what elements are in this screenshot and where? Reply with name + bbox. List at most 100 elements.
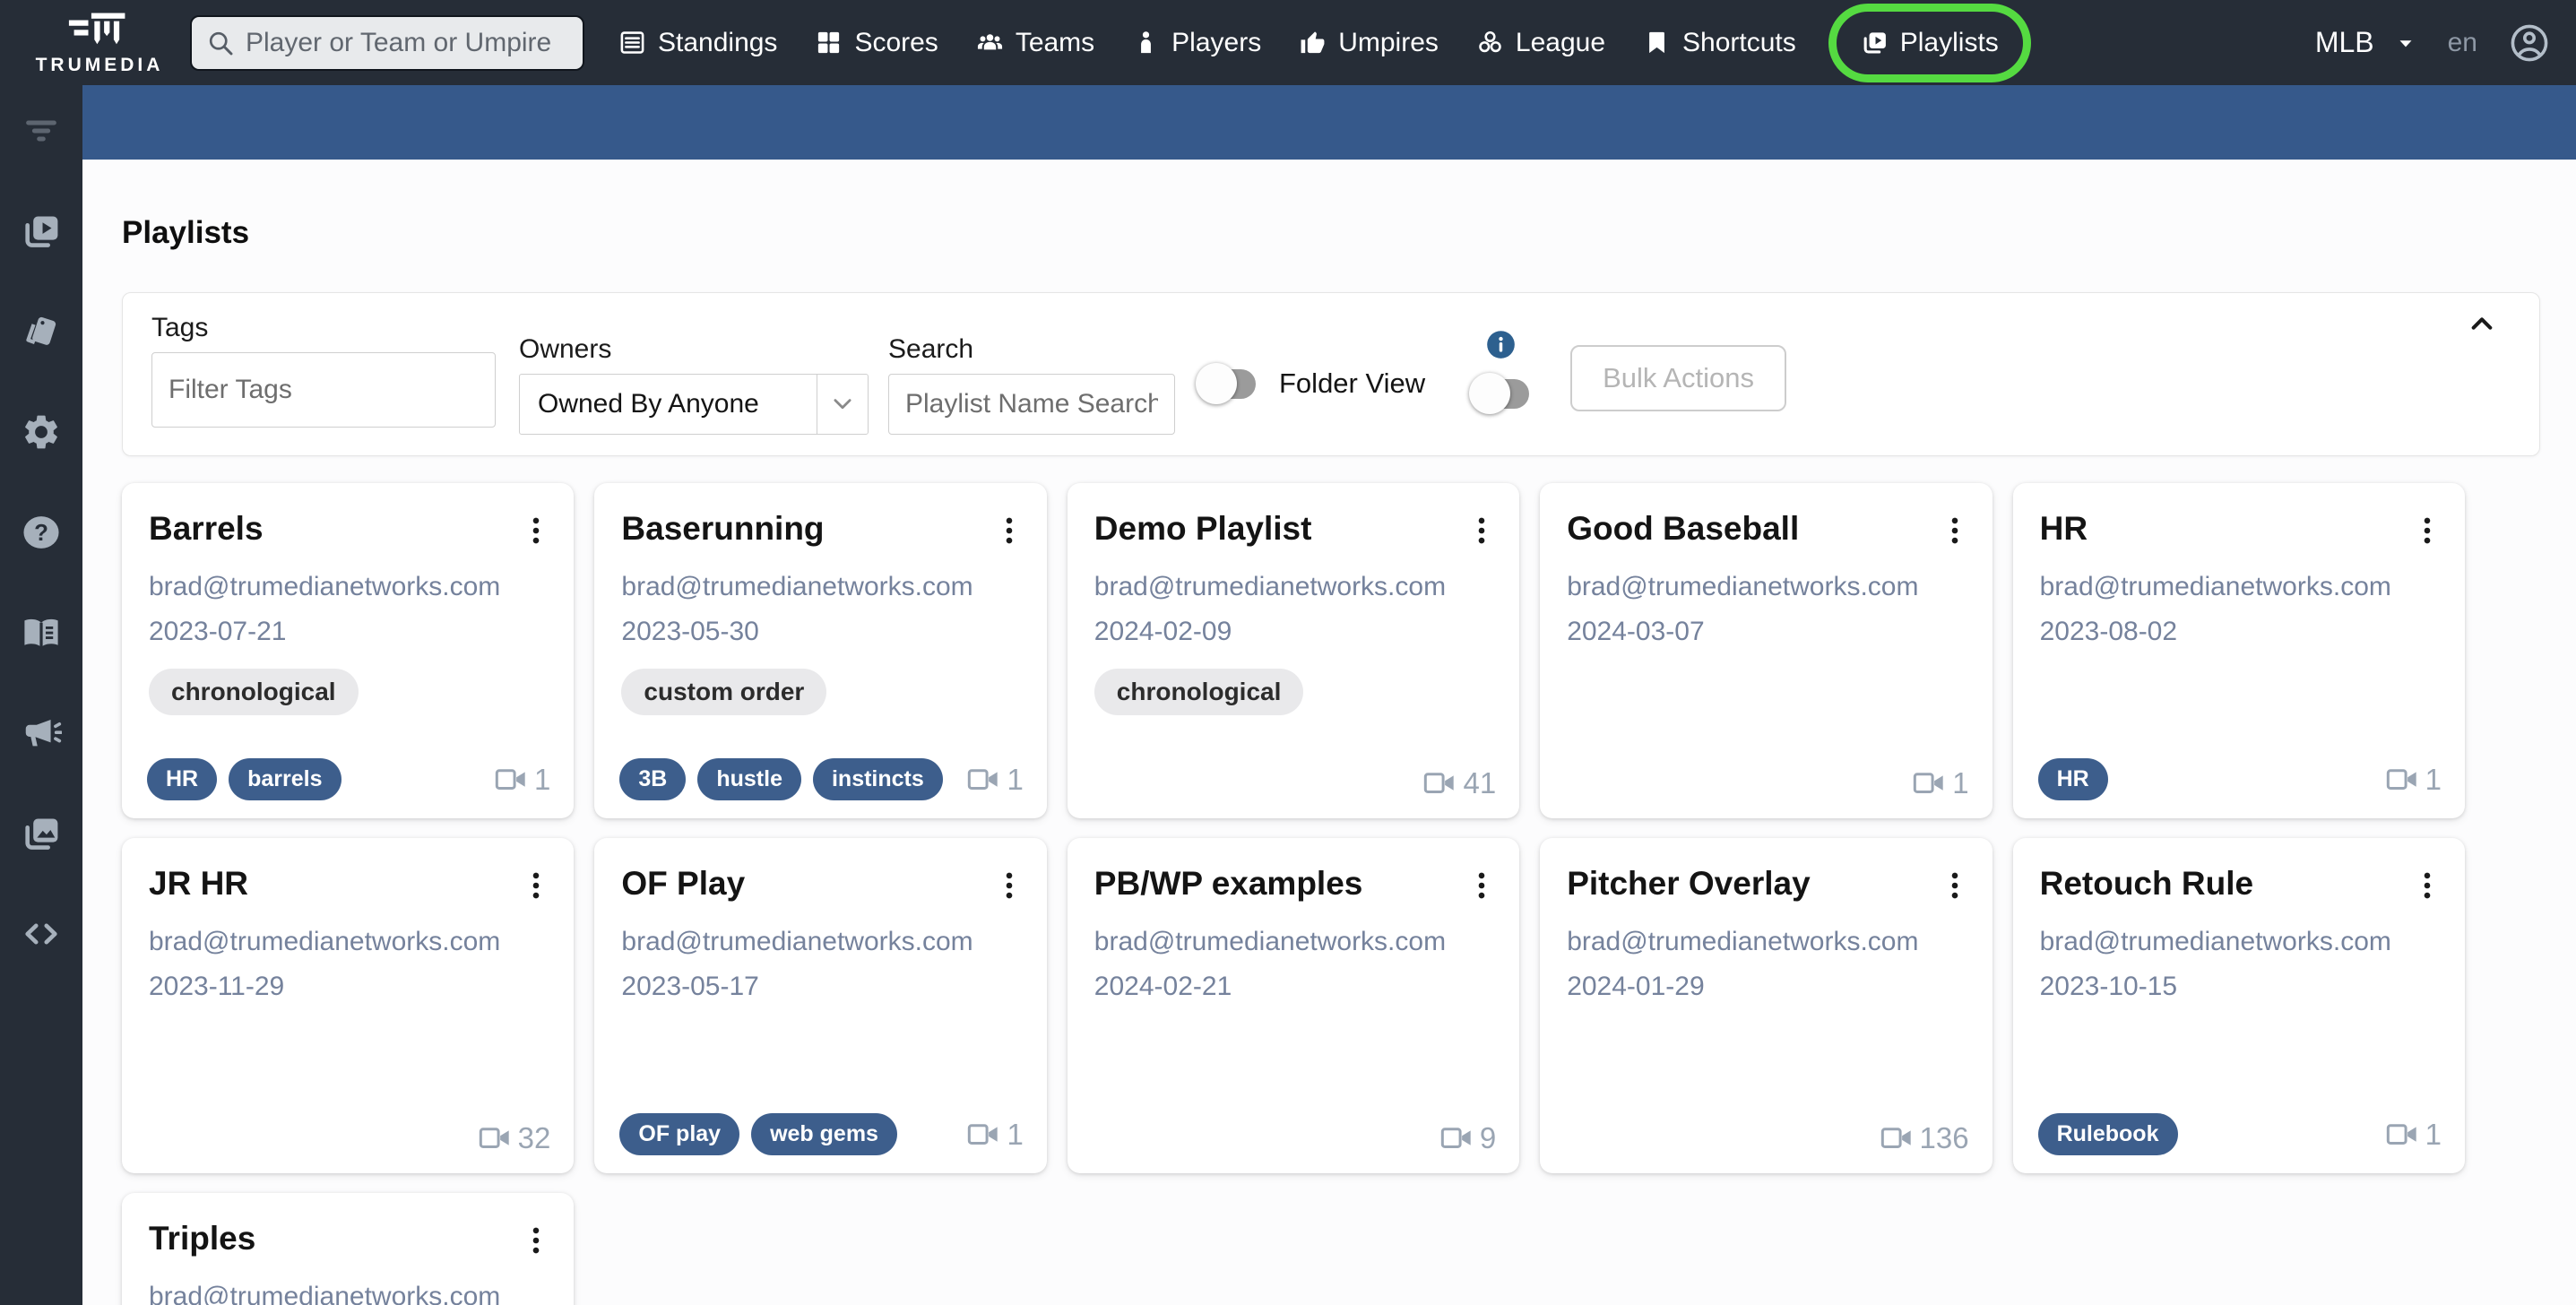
tag-pill[interactable]: instincts [812,758,943,800]
nav-item-label: Scores [854,27,938,57]
toggle-knob [1196,363,1237,404]
sidebar-item-embed-code[interactable] [21,913,62,955]
order-badge: custom order [621,669,827,715]
playlist-card[interactable]: Baserunning brad@trumedianetworks.com 2023… [594,483,1047,818]
kebab-menu-icon[interactable] [520,514,552,548]
playlist-card[interactable]: Triples brad@trumedianetworks.com [122,1193,575,1305]
sidebar-item-glossary[interactable] [21,612,62,653]
playlist-card[interactable]: Demo Playlist brad@trumedianetworks.com 20… [1067,483,1520,818]
trumedia-logo-icon [58,9,141,54]
tags-label: Tags [151,313,209,342]
tag-pill[interactable]: OF play [619,1113,740,1155]
kebab-menu-icon[interactable] [1939,869,1971,903]
playlist-owner: brad@trumedianetworks.com [149,572,501,601]
kebab-menu-icon[interactable] [993,514,1025,548]
tag-pill[interactable]: barrels [229,758,341,800]
playlist-card[interactable]: OF Play brad@trumedianetworks.com 2023-05-… [594,838,1047,1173]
tag-pill[interactable]: web gems [751,1113,897,1155]
kebab-menu-icon[interactable] [520,1223,552,1257]
league-icon [1476,29,1504,56]
kebab-menu-icon[interactable] [2411,514,2443,548]
tag-list: 3B hustle instincts [619,758,943,800]
kebab-menu-icon[interactable] [1465,514,1498,548]
owners-filter-field: Owners Owned By Anyone [519,313,869,455]
tag-pill[interactable]: HR [147,758,218,800]
nav-item-standings[interactable]: Standings [618,28,777,58]
tags-filter-input[interactable] [151,352,496,428]
language-switcher[interactable]: en [2448,28,2477,58]
nav-item-shortcuts[interactable]: Shortcuts [1643,28,1796,58]
video-camera-icon [1439,1125,1474,1152]
playlist-card[interactable]: Barrels brad@trumedianetworks.com 2023-07-… [122,483,575,818]
folder-view-toggle[interactable] [1196,363,1256,404]
trumedia-logo[interactable]: TRUMEDIA [23,9,176,76]
playlist-date: 2023-08-02 [2039,617,2178,646]
collapse-panel-chevron-up-icon[interactable] [2468,309,2496,338]
tag-pill[interactable]: HR [2037,758,2108,800]
nav-item-umpires[interactable]: Umpires [1299,28,1439,58]
kebab-menu-icon[interactable] [1939,514,1971,548]
card-footer: 9 [1093,1121,1496,1155]
playlist-card[interactable]: Pitcher Overlay brad@trumedianetworks.com… [1540,838,1993,1173]
nav-item-label: Players [1171,27,1262,57]
shortcuts-bookmark-icon [1643,29,1671,56]
nav-item-scores[interactable]: Scores [815,28,938,58]
playlist-title: Baserunning [621,510,825,547]
playlist-card[interactable]: PB/WP examples brad@trumedianetworks.com 2… [1067,838,1520,1173]
navbar-right: MLB en [2315,22,2551,65]
playlist-owner: brad@trumedianetworks.com [149,927,501,956]
global-search[interactable] [190,14,584,71]
clip-count: 1 [1912,766,1969,800]
tag-pill[interactable]: hustle [697,758,801,800]
tag-pill[interactable]: 3B [619,758,687,800]
tag-list: OF play web gems [619,1113,897,1155]
playlist-name-search-input[interactable] [888,374,1175,435]
playlist-date: 2023-10-15 [2039,972,2178,1001]
global-search-input[interactable] [246,27,568,58]
info-icon[interactable] [1485,329,1517,360]
kebab-menu-icon[interactable] [520,869,552,903]
sidebar-item-tags[interactable] [21,311,62,352]
clip-count: 32 [478,1121,550,1155]
sidebar-item-images[interactable] [21,813,62,854]
kebab-menu-icon[interactable] [2411,869,2443,903]
bulk-actions-control [1469,329,1530,455]
nav-item-label: Teams [1015,27,1095,57]
playlist-card[interactable]: HR brad@trumedianetworks.com 2023-08-02 HR 1 [2012,483,2465,818]
playlist-card[interactable]: Retouch Rule brad@trumedianetworks.com 202… [2012,838,2465,1173]
clip-count: 136 [1880,1121,1969,1155]
clip-count-value: 1 [2425,1117,2442,1151]
clip-count: 1 [2385,763,2442,797]
owners-select[interactable]: Owned By Anyone [519,374,869,435]
video-camera-icon [966,1121,1000,1148]
card-footer: HR barrels 1 [147,758,550,800]
kebab-menu-icon[interactable] [1465,869,1498,903]
nav-item-players[interactable]: Players [1132,28,1261,58]
playlist-card[interactable]: Good Baseball brad@trumedianetworks.com 20… [1540,483,1993,818]
kebab-menu-icon[interactable] [993,869,1025,903]
clip-count: 1 [2385,1118,2442,1152]
playlist-card[interactable]: JR HR brad@trumedianetworks.com 2023-11-29… [122,838,575,1173]
playlist-title: Retouch Rule [2039,865,2254,902]
video-camera-icon [966,766,1000,793]
nav-item-label: Standings [658,27,778,57]
nav-item-playlists[interactable]: Playlists [1828,3,2031,82]
card-footer: HR 1 [2037,758,2442,800]
sidebar-item-filter[interactable] [21,110,62,151]
tag-pill[interactable]: Rulebook [2037,1113,2178,1155]
sidebar-item-playlists[interactable] [21,211,62,252]
bulk-actions-button[interactable]: Bulk Actions [1570,345,1786,411]
nav-item-teams[interactable]: Teams [976,28,1094,58]
nav-item-league[interactable]: League [1476,28,1605,58]
user-profile-icon[interactable] [2508,22,2551,65]
video-camera-icon [1422,770,1457,797]
bulk-actions-toggle[interactable] [1469,373,1530,414]
sidebar-item-settings[interactable] [21,411,62,453]
nav-item-label: Shortcuts [1682,27,1796,57]
playlist-owner: brad@trumedianetworks.com [2039,572,2391,601]
sidebar-item-announcements[interactable] [21,713,62,754]
playlist-date: 2023-05-17 [621,972,759,1001]
playlist-date: 2024-02-09 [1094,617,1232,646]
league-selector[interactable]: MLB [2315,26,2417,59]
sidebar-item-help[interactable]: ? [21,512,62,553]
